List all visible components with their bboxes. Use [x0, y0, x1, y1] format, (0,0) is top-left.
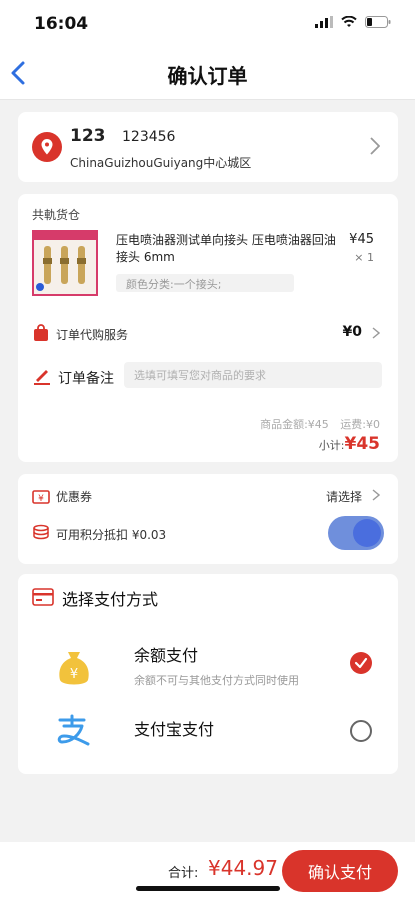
subtotal: 小计:¥45 [319, 434, 380, 454]
money-bag-icon: ¥ [59, 652, 89, 685]
balance-pay-radio[interactable] [350, 652, 372, 674]
purchase-service-value[interactable]: ¥0 [343, 324, 362, 340]
alipay-title[interactable]: 支付宝支付 [134, 716, 214, 740]
payment-method-header: 选择支付方式 [62, 590, 159, 609]
location-pin-icon [32, 132, 62, 162]
alipay-icon [57, 714, 90, 746]
coupon-select[interactable]: 请选择 [326, 488, 362, 505]
chevron-right-icon [370, 137, 380, 155]
signal-icon [315, 16, 333, 28]
address-card[interactable]: 123 123456 ChinaGuizhouGuiyang中心城区 [18, 112, 398, 182]
total-label: 合计: [168, 866, 199, 881]
status-bar: 16:04 [0, 0, 415, 46]
points-deduction-label: 可用积分抵扣 ¥0.03 [56, 528, 167, 542]
product-spec: 颜色分类:一个接头; [116, 274, 294, 292]
note-label: 订单备注 [58, 371, 114, 387]
product-image[interactable] [32, 230, 98, 296]
alipay-radio[interactable] [350, 720, 372, 742]
battery-icon [365, 16, 391, 28]
product-image-graphic [34, 232, 96, 291]
confirm-payment-button[interactable]: 确认支付 [282, 850, 398, 892]
payment-card: 选择支付方式 ¥ 余额支付 余额不可与其他支付方式同时使用 支付宝支付 [18, 574, 398, 774]
recipient-phone: 123456 [122, 129, 176, 145]
product-title[interactable]: 压电喷油器测试单向接头 压电喷油器回油接头 6mm [116, 232, 336, 266]
subtotal-value: ¥45 [344, 434, 381, 454]
status-time: 16:04 [34, 14, 89, 34]
subtotal-label: 小计: [318, 439, 345, 452]
shipping-fee: 运费:¥0 [340, 418, 380, 431]
edit-pen-icon [34, 370, 50, 385]
address-detail: ChinaGuizhouGuiyang中心城区 [70, 156, 252, 170]
note-input[interactable] [124, 362, 382, 388]
chevron-right-icon[interactable] [372, 327, 380, 339]
coins-icon [33, 524, 49, 540]
page-title: 确认订单 [167, 64, 248, 88]
chevron-right-icon[interactable] [372, 489, 380, 501]
wifi-icon [341, 16, 357, 27]
discount-card: ¥ 优惠券 请选择 可用积分抵扣 ¥0.03 [18, 474, 398, 564]
coupon-icon: ¥ [32, 490, 50, 504]
checkmark-icon [354, 657, 368, 669]
nav-bar: 确认订单 [0, 46, 415, 100]
points-toggle[interactable] [328, 516, 384, 550]
home-indicator[interactable] [136, 886, 280, 891]
balance-pay-subtitle: 余额不可与其他支付方式同时使用 [134, 674, 299, 687]
recipient-name: 123 [70, 126, 106, 146]
coupon-label: 优惠券 [56, 490, 93, 504]
amount-summary: 商品金额:¥45 运费:¥0 [252, 416, 380, 432]
product-price: ¥45 [349, 232, 374, 247]
product-quantity: × 1 [354, 251, 374, 264]
bottom-bar: 合计: ¥44.97 确认支付 [0, 842, 415, 900]
goods-amount: 商品金额:¥45 [260, 418, 329, 431]
total-value: ¥44.97 [208, 856, 278, 880]
wallet-card-icon [32, 588, 54, 606]
svg-text:¥: ¥ [70, 667, 78, 682]
status-icons [315, 16, 391, 28]
shopping-bag-icon [34, 324, 48, 341]
balance-pay-title[interactable]: 余额支付 [134, 642, 198, 666]
svg-text:¥: ¥ [38, 494, 44, 504]
purchase-service-label: 订单代购服务 [56, 328, 129, 342]
warehouse-label: 共軌货仓 [32, 208, 81, 222]
toggle-knob [353, 519, 381, 547]
order-card: 共軌货仓 压电喷油器测试单向接头 压电喷油器回油接头 6mm 颜色分类:一个接头… [18, 194, 398, 462]
